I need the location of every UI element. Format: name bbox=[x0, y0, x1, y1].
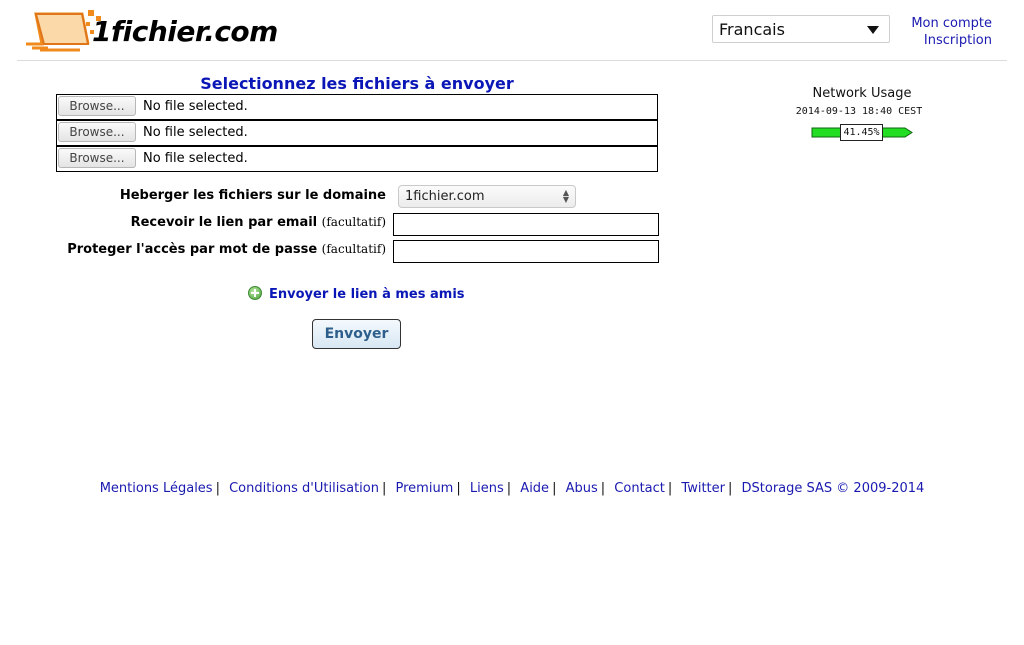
language-value: Francais bbox=[719, 20, 785, 39]
network-usage-value: 41.45% bbox=[840, 124, 883, 141]
updown-arrows-icon: ▲ ▼ bbox=[562, 188, 569, 204]
network-usage-title: Network Usage bbox=[812, 86, 912, 101]
footer-separator: | bbox=[506, 481, 512, 496]
browse-button[interactable]: Browse... bbox=[58, 148, 136, 168]
footer-separator: | bbox=[667, 481, 673, 496]
file-input-row[interactable]: Browse... No file selected. bbox=[56, 146, 658, 172]
header-divider bbox=[17, 60, 1007, 61]
my-account-link[interactable]: Mon compte bbox=[911, 16, 992, 31]
password-label: Proteger l'accès par mot de passe (facul… bbox=[67, 242, 386, 257]
footer-link-terms[interactable]: Conditions d'Utilisation bbox=[229, 481, 379, 496]
footer-link-help[interactable]: Aide bbox=[520, 481, 549, 496]
upload-title: Selectionnez les fichiers à envoyer bbox=[200, 74, 514, 93]
footer-link-twitter[interactable]: Twitter bbox=[681, 481, 725, 496]
password-label-text: Proteger l'accès par mot de passe bbox=[67, 242, 318, 257]
domain-value: 1fichier.com bbox=[405, 189, 485, 204]
send-to-friends-link[interactable]: Envoyer le lien à mes amis bbox=[248, 286, 465, 302]
email-field[interactable] bbox=[393, 213, 659, 236]
domain-select[interactable]: 1fichier.com ▲ ▼ bbox=[398, 185, 576, 208]
footer-link-contact[interactable]: Contact bbox=[614, 481, 665, 496]
email-label-text: Recevoir le lien par email bbox=[130, 215, 318, 230]
footer: Mentions Légales | Conditions d'Utilisati… bbox=[0, 481, 1024, 496]
file-status: No file selected. bbox=[143, 151, 248, 166]
footer-separator: | bbox=[381, 481, 387, 496]
footer-link-legal[interactable]: Mentions Légales bbox=[100, 481, 213, 496]
file-status: No file selected. bbox=[143, 99, 248, 114]
plus-circle-icon bbox=[248, 286, 262, 300]
domain-label-text: Heberger les fichiers sur le domaine bbox=[119, 188, 386, 203]
footer-separator: | bbox=[215, 481, 220, 496]
network-usage-timestamp: 2014-09-13 18:40 CEST bbox=[795, 106, 923, 117]
footer-copyright[interactable]: DStorage SAS © 2009-2014 bbox=[742, 481, 925, 496]
send-to-friends-label: Envoyer le lien à mes amis bbox=[269, 287, 465, 302]
footer-separator: | bbox=[456, 481, 461, 496]
browse-button[interactable]: Browse... bbox=[58, 122, 136, 142]
email-label: Recevoir le lien par email (facultatif) bbox=[131, 215, 386, 230]
file-status: No file selected. bbox=[143, 125, 248, 140]
signup-link[interactable]: Inscription bbox=[924, 33, 992, 48]
footer-link-abuse[interactable]: Abus bbox=[566, 481, 598, 496]
domain-label: Heberger les fichiers sur le domaine bbox=[120, 188, 386, 203]
file-input-row[interactable]: Browse... No file selected. bbox=[56, 120, 658, 146]
footer-separator: | bbox=[600, 481, 606, 496]
footer-link-links[interactable]: Liens bbox=[470, 481, 504, 496]
language-select[interactable]: Francais bbox=[712, 15, 890, 43]
file-input-row[interactable]: Browse... No file selected. bbox=[56, 94, 658, 120]
password-field[interactable] bbox=[393, 240, 659, 263]
footer-link-premium[interactable]: Premium bbox=[396, 481, 454, 496]
chevron-down-icon bbox=[867, 26, 879, 34]
browse-button[interactable]: Browse... bbox=[58, 96, 136, 116]
optional-note: (facultatif) bbox=[321, 242, 386, 256]
footer-separator: | bbox=[552, 481, 557, 496]
logo-text[interactable]: 1fichier.com bbox=[92, 12, 278, 52]
footer-separator: | bbox=[727, 481, 733, 496]
optional-note: (facultatif) bbox=[321, 215, 386, 229]
send-button[interactable]: Envoyer bbox=[312, 319, 401, 349]
